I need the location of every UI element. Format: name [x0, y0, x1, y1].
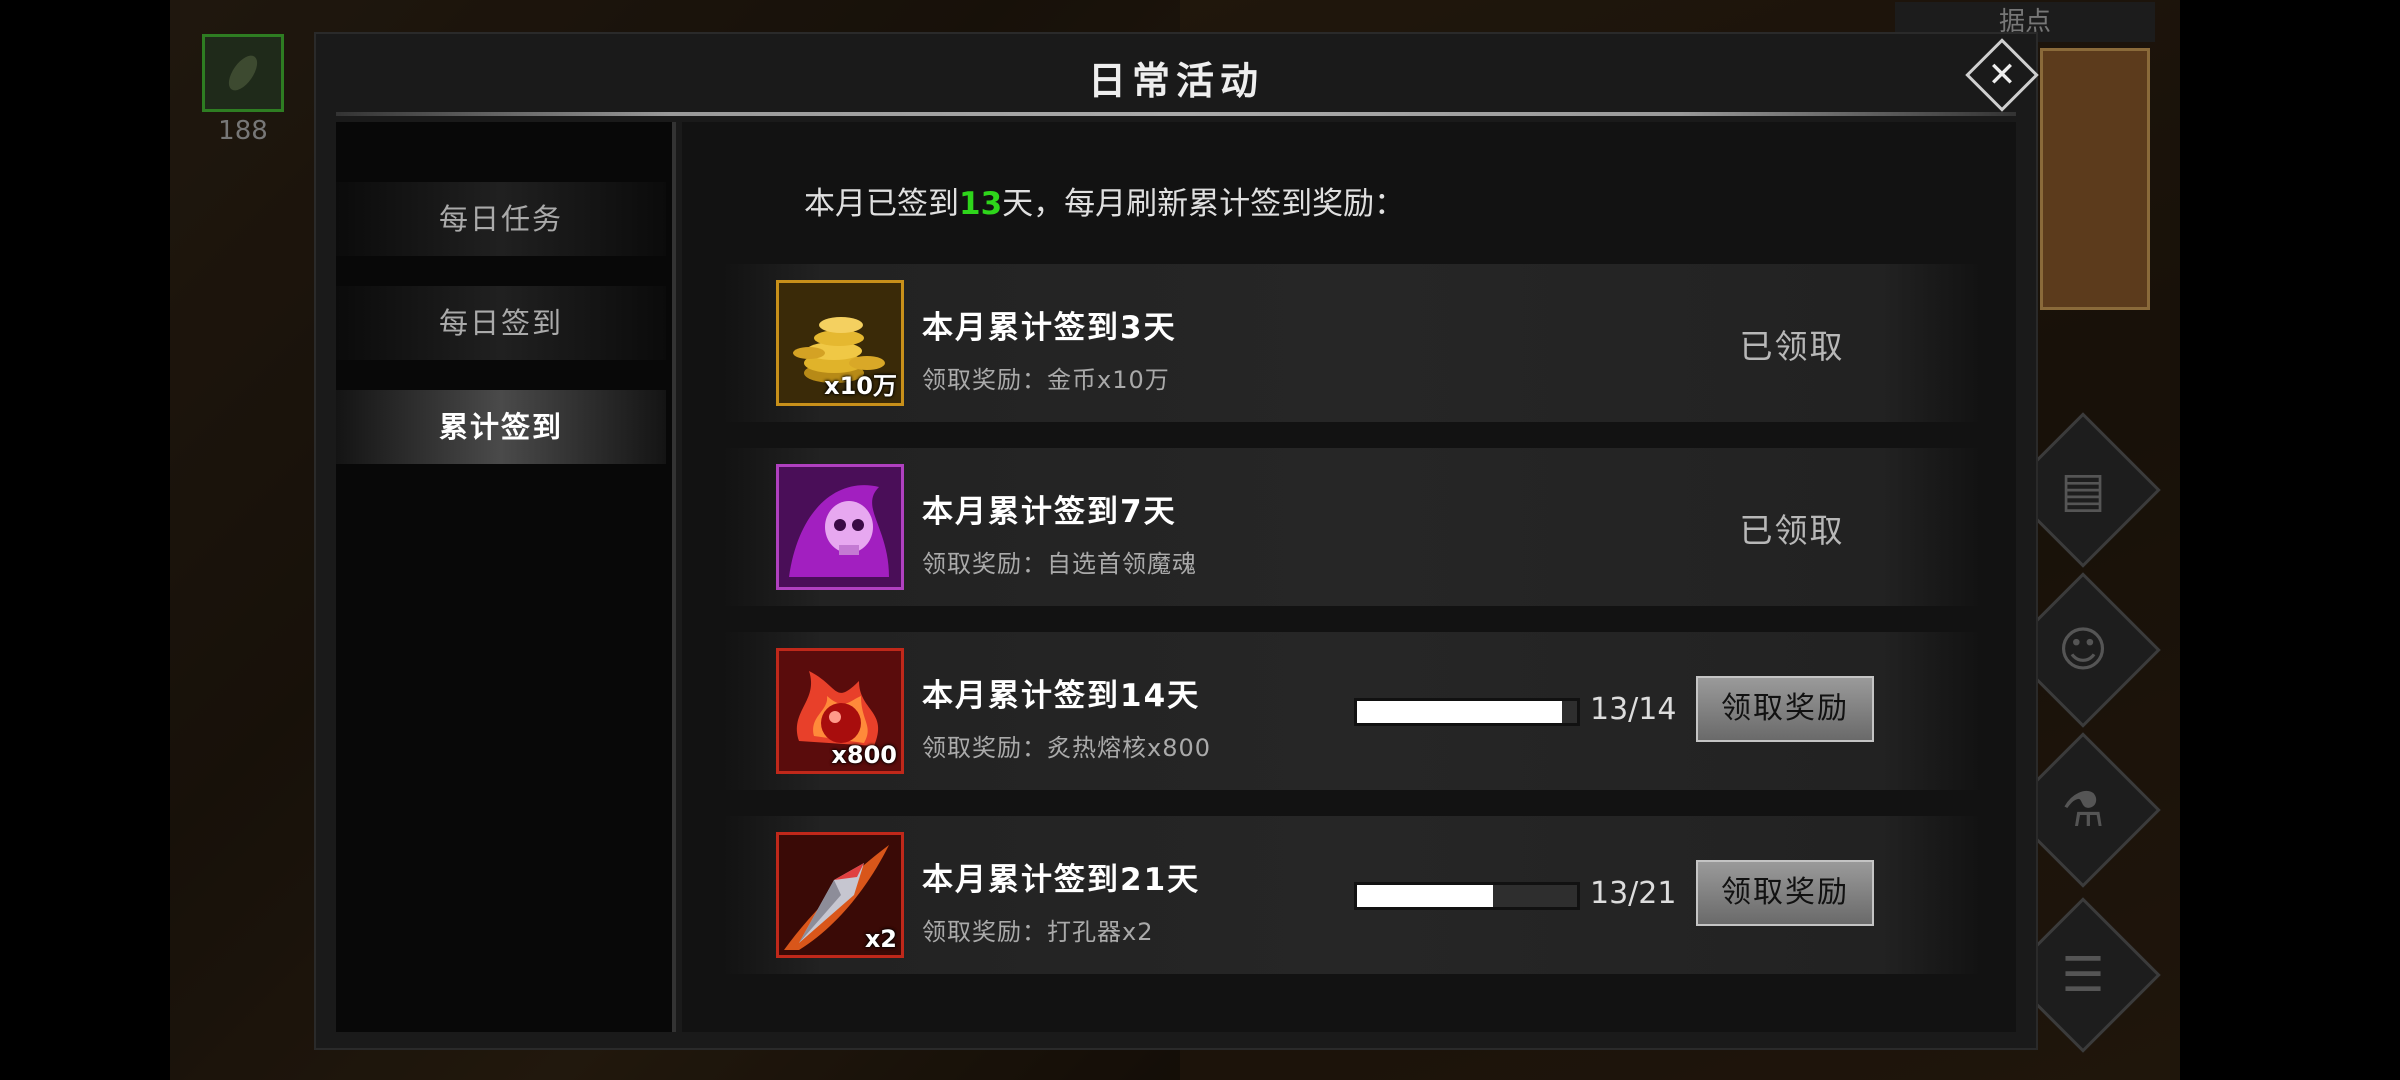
feather-icon [228, 55, 258, 91]
resource-count: 188 [218, 116, 268, 146]
reward-quantity: x10万 [824, 372, 897, 400]
close-icon: ✕ [1987, 55, 2017, 95]
progress-fill [1357, 885, 1494, 907]
reward-row: 本月累计签到7天 领取奖励：自选首领魔魂 已领取 [722, 448, 1982, 606]
skull-soul-icon [776, 464, 904, 590]
dialog-title: 日常活动 [1087, 59, 1264, 103]
tab-cumulative-checkin[interactable]: 累计签到 [336, 390, 666, 464]
reward-title: 本月累计签到7天 [922, 494, 1177, 530]
title-divider [336, 112, 2016, 116]
fire-core-icon: x800 [776, 648, 904, 774]
minimap [2040, 48, 2150, 310]
reward-description: 领取奖励：打孔器x2 [922, 918, 1154, 946]
reward-quantity: x800 [831, 741, 897, 769]
reward-description: 领取奖励：自选首领魔魂 [922, 550, 1197, 578]
reward-row: x10万 本月累计签到3天 领取奖励：金币x10万 已领取 [722, 264, 1982, 422]
gold-coins-icon: x10万 [776, 280, 904, 406]
daily-activity-dialog: 日常活动 ✕ 每日任务 每日签到 累计签到 本月已签到13天，每月刷新累计签到奖… [314, 32, 2039, 1050]
people-icon: ☺ [2057, 622, 2109, 678]
summary-prefix: 本月已签到 [804, 186, 959, 222]
drill-blade-icon: x2 [776, 832, 904, 958]
reward-row: x2 本月累计签到21天 领取奖励：打孔器x2 13/21 领取奖励 [722, 816, 1982, 974]
reward-title: 本月累计签到14天 [922, 678, 1201, 714]
reward-title: 本月累计签到3天 [922, 310, 1177, 346]
summary-days: 13 [959, 186, 1003, 222]
claim-reward-button[interactable]: 领取奖励 [1696, 676, 1874, 742]
claimed-status: 已领取 [1739, 327, 1845, 366]
tab-sidebar: 每日任务 每日签到 累计签到 [336, 122, 676, 1032]
reward-title: 本月累计签到21天 [922, 862, 1201, 898]
reward-row: x800 本月累计签到14天 领取奖励：炙热熔核x800 13/14 领取奖励 [722, 632, 1982, 790]
menu-icon: ☰ [2061, 947, 2105, 1003]
progress-text: 13/14 [1590, 692, 1677, 727]
potion-icon: ⚗ [2061, 782, 2105, 838]
claim-reward-button[interactable]: 领取奖励 [1696, 860, 1874, 926]
claimed-status: 已领取 [1739, 511, 1845, 550]
summary-suffix: 天，每月刷新累计签到奖励： [1002, 186, 1406, 222]
checkin-summary: 本月已签到13天，每月刷新累计签到奖励： [804, 178, 1405, 223]
reward-description: 领取奖励：金币x10万 [922, 366, 1170, 394]
progress-fill [1357, 701, 1562, 723]
tab-daily-tasks[interactable]: 每日任务 [336, 182, 666, 256]
reward-description: 领取奖励：炙热熔核x800 [922, 734, 1212, 762]
progress-bar [1354, 698, 1580, 726]
progress-text: 13/21 [1590, 876, 1677, 911]
cumulative-checkin-panel: 本月已签到13天，每月刷新累计签到奖励： x10万 本月累计签到3天 领取奖励：… [682, 122, 2016, 1032]
progress-bar [1354, 882, 1580, 910]
dialog-title-bar: 日常活动 ✕ [316, 34, 2039, 116]
reward-quantity: x2 [864, 925, 897, 953]
tab-daily-checkin[interactable]: 每日签到 [336, 286, 666, 360]
scroll-icon: ▤ [2060, 462, 2106, 518]
resource-icon [202, 34, 284, 112]
